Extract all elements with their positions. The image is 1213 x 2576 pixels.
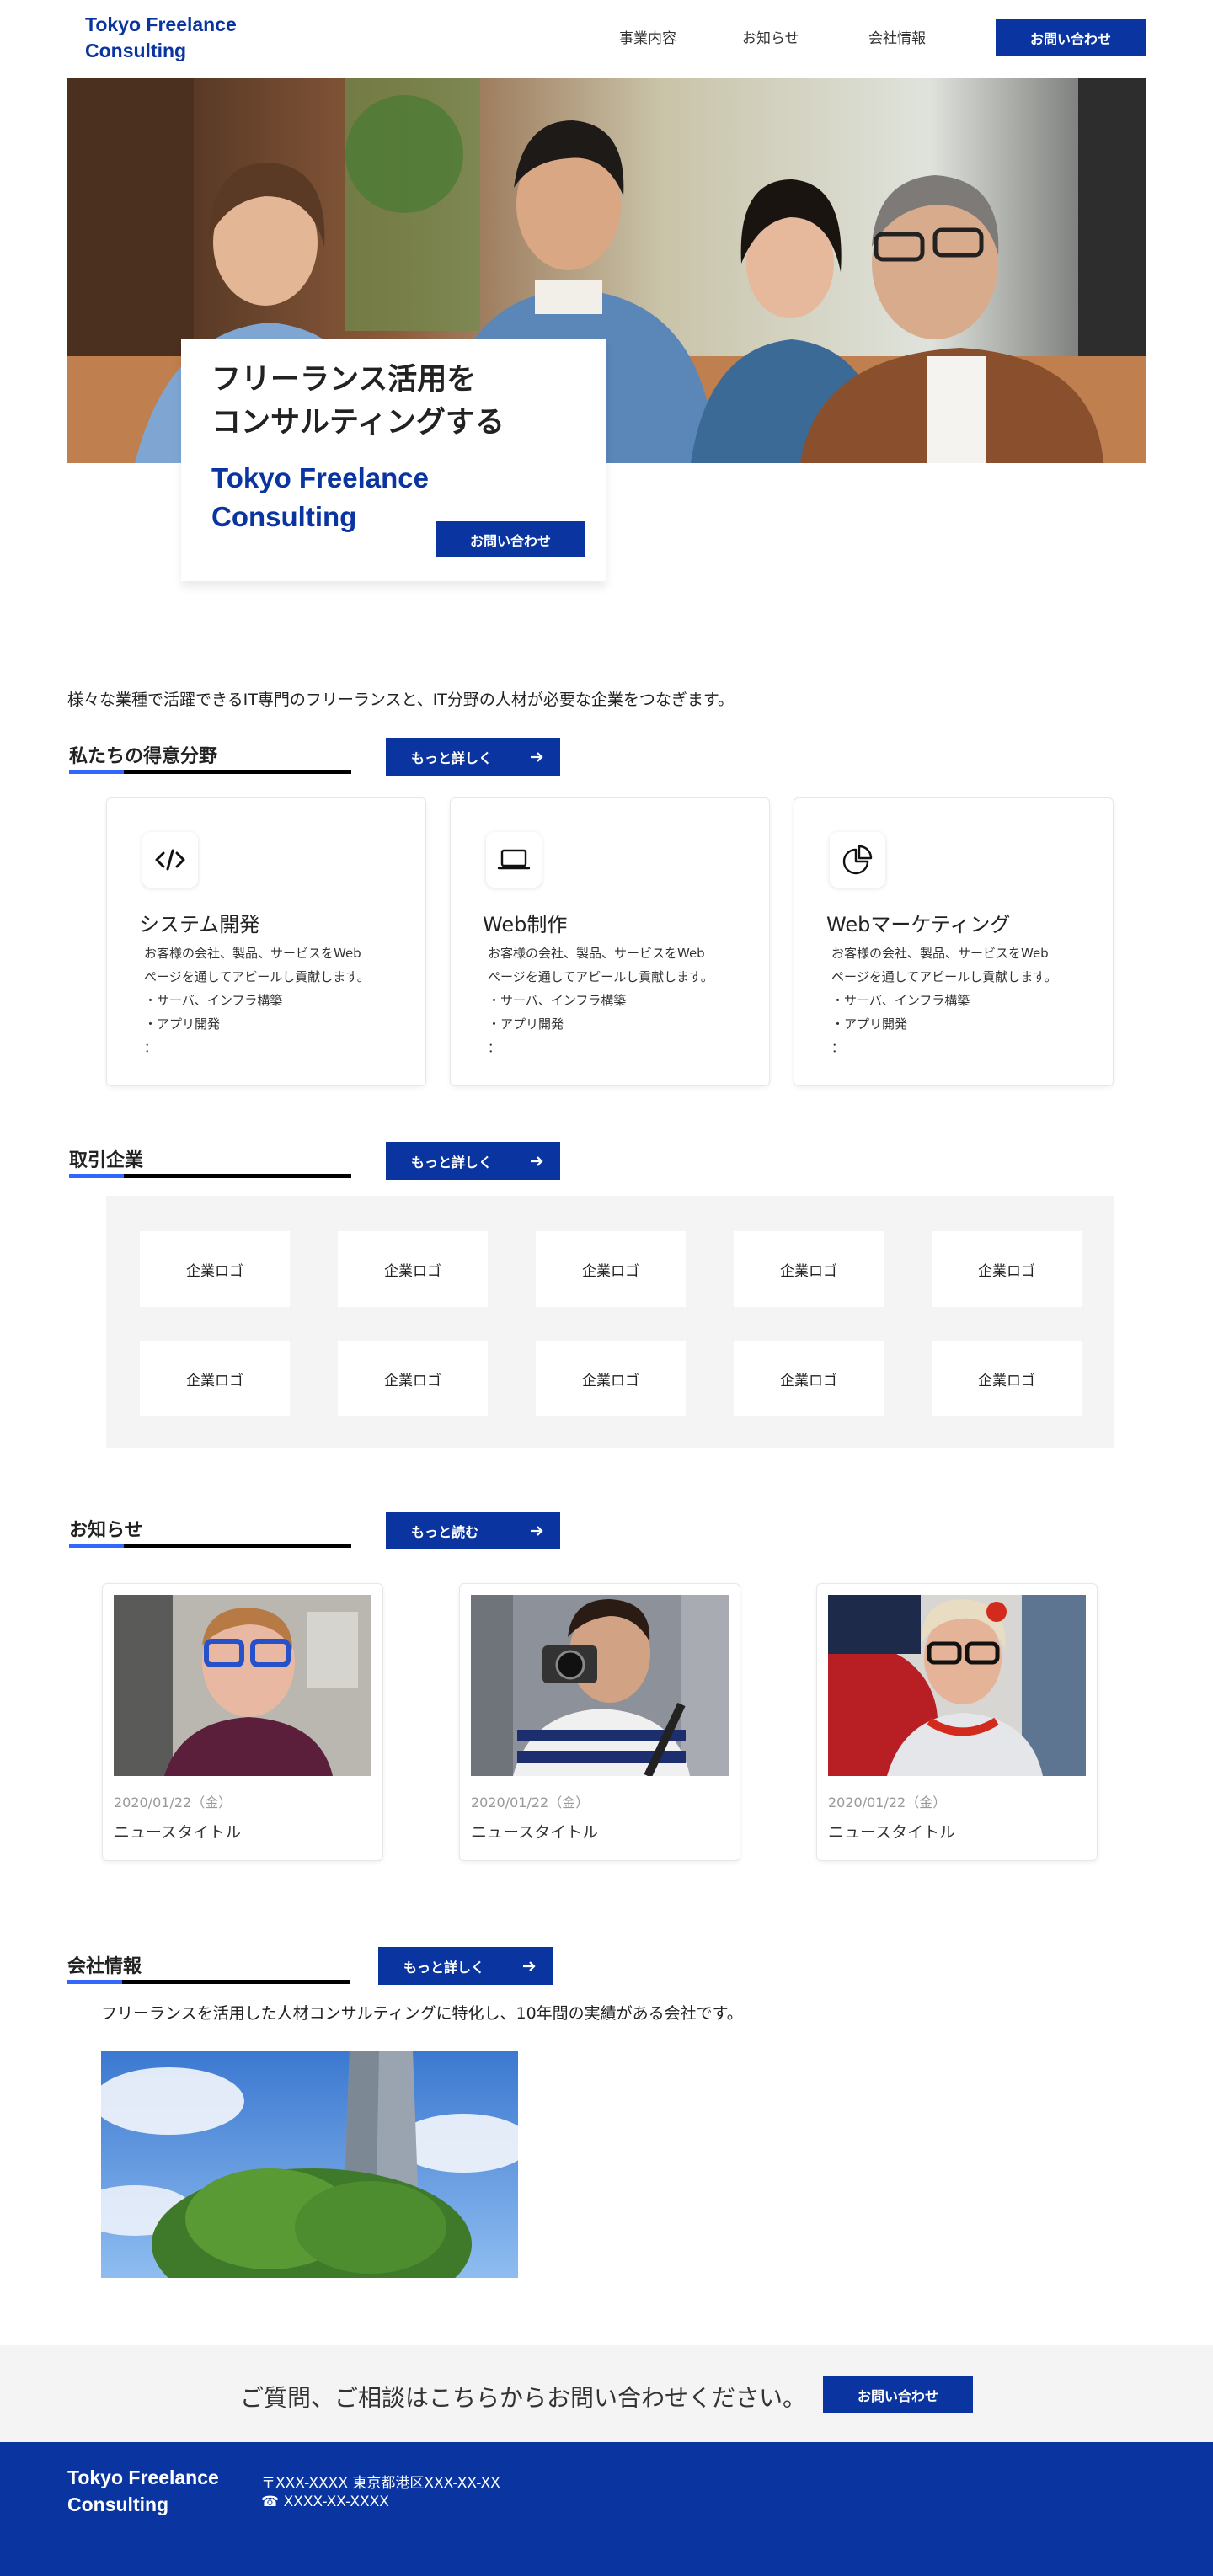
service-desc-line: お客様の会社、製品、サービスをWeb: [488, 946, 705, 961]
services-title-underline: [69, 770, 351, 774]
client-logo: 企業ロゴ: [932, 1231, 1082, 1307]
client-logo: 企業ロゴ: [536, 1341, 686, 1416]
news-date: 2020/01/22（金）: [828, 1795, 947, 1811]
footer-logo-line1: Tokyo Freelance: [67, 2467, 219, 2488]
client-logo: 企業ロゴ: [536, 1231, 686, 1307]
hero-brand-line2: Consulting: [211, 501, 357, 532]
service-bullet: ・アプリ開発: [144, 1016, 221, 1032]
services-title: 私たちの得意分野: [69, 746, 218, 767]
arrow-right-icon: [531, 1525, 543, 1536]
clients-title-underline: [69, 1174, 351, 1178]
news-card[interactable]: 2020/01/22（金） ニュースタイトル: [102, 1583, 383, 1861]
hero-headline: フリーランス活用を コンサルティングする: [211, 359, 505, 445]
service-title: Webマーケティング: [826, 913, 1011, 936]
clients-more-button[interactable]: もっと詳しく: [386, 1142, 560, 1180]
company-title-underline: [67, 1980, 350, 1984]
client-logo: 企業ロゴ: [140, 1341, 290, 1416]
service-desc-line: お客様の会社、製品、サービスをWeb: [144, 946, 361, 961]
client-logo: 企業ロゴ: [140, 1231, 290, 1307]
hero-headline-line1: フリーランス活用を: [211, 363, 477, 397]
news-more-button[interactable]: もっと読む: [386, 1512, 560, 1549]
hero-brand: Tokyo Freelance Consulting: [211, 459, 429, 536]
service-bullet: ・アプリ開発: [488, 1016, 564, 1032]
news-photo: [471, 1595, 729, 1776]
news-more-label: もっと読む: [411, 1523, 479, 1540]
site-footer: Tokyo Freelance Consulting 〒XXX-XXXX 東京都…: [0, 2442, 1213, 2576]
company-more-label: もっと詳しく: [403, 1959, 485, 1976]
hero-contact-button[interactable]: お問い合わせ: [436, 521, 585, 557]
header-contact-button[interactable]: お問い合わせ: [996, 19, 1146, 56]
news-item-title: ニュースタイトル: [471, 1823, 599, 1842]
company-building-photo: [101, 2051, 518, 2278]
arrow-right-icon: [531, 1155, 543, 1166]
service-description: お客様の会社、製品、サービスをWeb ページを通してアピールし貢献します。 ・サ…: [488, 941, 732, 1059]
service-desc-line: ページを通してアピールし貢献します。: [144, 969, 370, 984]
cta-band: ご質問、ご相談はこちらからお問い合わせください。 お問い合わせ: [0, 2345, 1213, 2442]
arrow-right-icon: [523, 1960, 536, 1971]
service-title: Web制作: [483, 913, 568, 936]
service-card-web[interactable]: Web制作 お客様の会社、製品、サービスをWeb ページを通してアピールし貢献し…: [450, 797, 770, 1086]
service-description: お客様の会社、製品、サービスをWeb ページを通してアピールし貢献します。 ・サ…: [831, 941, 1076, 1059]
hero-card: フリーランス活用を コンサルティングする Tokyo Freelance Con…: [181, 339, 606, 581]
header-logo-line2: Consulting: [85, 40, 187, 61]
company-title: 会社情報: [67, 1956, 142, 1977]
footer-logo: Tokyo Freelance Consulting: [67, 2464, 219, 2518]
intro-text: 様々な業種で活躍できるIT専門のフリーランスと、IT分野の人材が必要な企業をつな…: [67, 691, 735, 709]
footer-phone: ☎ XXXX-XX-XXXX: [261, 2493, 389, 2510]
laptop-icon: [486, 832, 542, 888]
code-icon: [142, 832, 198, 888]
service-ellipsis: ：: [831, 1040, 845, 1055]
service-ellipsis: ：: [488, 1040, 501, 1055]
pie-chart-icon: [830, 832, 885, 888]
news-title: お知らせ: [69, 1520, 143, 1541]
clients-more-label: もっと詳しく: [411, 1154, 493, 1171]
footer-address: 〒XXX-XXXX 東京都港区XXX-XX-XX: [261, 2475, 500, 2492]
nav-item-services[interactable]: 事業内容: [619, 26, 676, 47]
news-date: 2020/01/22（金）: [114, 1795, 232, 1811]
news-date: 2020/01/22（金）: [471, 1795, 590, 1811]
service-bullet: ・サーバ、インフラ構築: [831, 993, 970, 1008]
service-desc-line: ページを通してアピールし貢献します。: [831, 969, 1057, 984]
service-ellipsis: ：: [144, 1040, 158, 1055]
news-item-title: ニュースタイトル: [114, 1823, 242, 1842]
nav-item-news[interactable]: お知らせ: [742, 26, 799, 47]
service-bullet: ・サーバ、インフラ構築: [144, 993, 283, 1008]
nav-item-company[interactable]: 会社情報: [868, 26, 926, 47]
cta-text: ご質問、ご相談はこちらからお問い合わせください。: [240, 2384, 807, 2412]
client-logo: 企業ロゴ: [338, 1231, 488, 1307]
service-description: お客様の会社、製品、サービスをWeb ページを通してアピールし貢献します。 ・サ…: [144, 941, 388, 1059]
services-more-button[interactable]: もっと詳しく: [386, 738, 560, 776]
service-title: システム開発: [139, 913, 260, 936]
arrow-right-icon: [531, 751, 543, 762]
news-item-title: ニュースタイトル: [828, 1823, 956, 1842]
header-logo-line1: Tokyo Freelance: [85, 13, 237, 35]
client-logo: 企業ロゴ: [734, 1231, 884, 1307]
service-desc-line: お客様の会社、製品、サービスをWeb: [831, 946, 1049, 961]
client-logo: 企業ロゴ: [338, 1341, 488, 1416]
news-title-underline: [69, 1544, 351, 1548]
client-logo: 企業ロゴ: [932, 1341, 1082, 1416]
company-more-button[interactable]: もっと詳しく: [378, 1947, 553, 1985]
footer-logo-line2: Consulting: [67, 2493, 169, 2515]
cta-contact-button[interactable]: お問い合わせ: [823, 2376, 973, 2413]
company-description: フリーランスを活用した人材コンサルティングに特化し、10年間の実績がある会社です…: [101, 2004, 743, 2023]
hero-brand-line1: Tokyo Freelance: [211, 462, 429, 493]
hero-headline-line2: コンサルティングする: [211, 406, 505, 440]
news-card[interactable]: 2020/01/22（金） ニュースタイトル: [459, 1583, 740, 1861]
services-more-label: もっと詳しく: [411, 749, 493, 766]
header-logo[interactable]: Tokyo Freelance Consulting: [85, 12, 237, 64]
clients-title: 取引企業: [69, 1150, 144, 1171]
client-logo: 企業ロゴ: [734, 1341, 884, 1416]
news-photo: [114, 1595, 371, 1776]
news-card[interactable]: 2020/01/22（金） ニュースタイトル: [816, 1583, 1098, 1861]
service-bullet: ・サーバ、インフラ構築: [488, 993, 627, 1008]
service-bullet: ・アプリ開発: [831, 1016, 908, 1032]
news-photo: [828, 1595, 1086, 1776]
service-card-marketing[interactable]: Webマーケティング お客様の会社、製品、サービスをWeb ページを通してアピー…: [794, 797, 1114, 1086]
client-logo-panel: 企業ロゴ 企業ロゴ 企業ロゴ 企業ロゴ 企業ロゴ 企業ロゴ 企業ロゴ 企業ロゴ …: [106, 1196, 1114, 1448]
service-card-system[interactable]: システム開発 お客様の会社、製品、サービスをWeb ページを通してアピールし貢献…: [106, 797, 426, 1086]
service-desc-line: ページを通してアピールし貢献します。: [488, 969, 713, 984]
